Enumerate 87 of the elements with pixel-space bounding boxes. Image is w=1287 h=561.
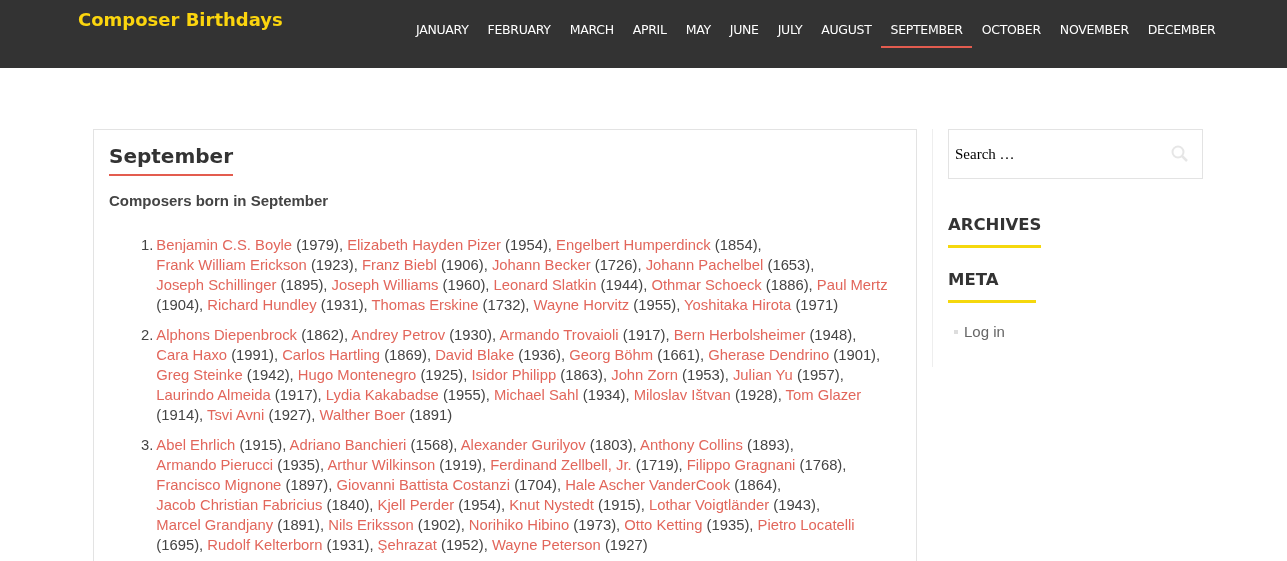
login-link[interactable]: Log in	[964, 323, 1005, 340]
composer-link[interactable]: Joseph Schillinger	[156, 277, 277, 293]
composer-link[interactable]: Tom Glazer	[785, 387, 862, 403]
bullet-icon	[954, 329, 958, 334]
composer-link[interactable]: Andrey Petrov	[351, 327, 446, 343]
search-icon[interactable]	[1171, 145, 1189, 163]
composer-link[interactable]: Francisco Mignone	[156, 477, 282, 493]
composer-link[interactable]: Miloslav Ištvan	[633, 387, 731, 403]
composer-link[interactable]: Tsvi Avni	[207, 407, 265, 423]
composer-link[interactable]: Alphons Diepenbrock	[156, 327, 297, 343]
nav-link[interactable]: OCTOBER	[972, 22, 1051, 48]
composer-link[interactable]: Armando Pierucci	[156, 457, 274, 473]
composer-link[interactable]: Armando Trovaioli	[499, 327, 619, 343]
composer-link[interactable]: Şehrazat	[377, 537, 437, 553]
composer-link[interactable]: Michael Sahl	[493, 387, 579, 403]
composer-link[interactable]: Lydia Kakabadse	[325, 387, 439, 403]
composer-link[interactable]: Thomas Erskine	[371, 297, 479, 313]
composer-link[interactable]: Knut Nystedt	[509, 497, 594, 513]
composer-list: Abel Ehrlich (1915), Adriano Banchieri (1568), Alexander Gurilyov (1803), Anthony Collins (1893), Armando Pierucci (1935), Arthur Wilkinson (1919), Ferdinand Zellbell, Jr. (1719), Filippo Gragnani (1768), Francisco Mignone (1897), Giovanni Battista Costanzi (1704), Hale Ascher VanderCook (1864), Jacob Christian Fabricius (1840), Kjell Perder (1954), Knut Nystedt (1915), Lothar Voigtländer (1943), Marcel Grandjany (1891), Nils Eriksson (1902), Norihiko Hibino (1973), Otto Ketting (1935), Pietro Locatelli (1695), Rudolf Kelterborn (1931), Şehrazat (1952), Wayne Peterson (1927)	[156, 435, 892, 555]
composer-link[interactable]: Richard Hundley	[207, 297, 317, 313]
composer-link[interactable]: Wayne Peterson	[491, 537, 601, 553]
composer-link[interactable]: John Zorn	[611, 367, 678, 383]
nav-link[interactable]: JANUARY	[406, 22, 479, 48]
composer-link[interactable]: Arthur Wilkinson	[327, 457, 436, 473]
composer-link[interactable]: Franz Biebl	[361, 257, 437, 273]
composer-link[interactable]: Joseph Williams	[331, 277, 439, 293]
composer-list: Benjamin C.S. Boyle (1979), Elizabeth Hayden Pizer (1954), Engelbert Humperdinck (1854), Frank William Erickson (1923), Franz Biebl (1906), Johann Becker (1726), Johann Pachelbel (1653), Joseph Schillinger (1895), Joseph Williams (1960), Leonard Slatkin (1944), Othmar Schoeck (1886), Paul Mertz (1904), Richard Hundley (1931), Thomas Erskine (1732), Wayne Horvitz (1955), Yoshitaka Hirota (1971)	[156, 235, 892, 315]
composer-link[interactable]: Anthony Collins	[640, 437, 743, 453]
nav-link[interactable]: JULY	[768, 22, 812, 48]
composer-link[interactable]: Engelbert Humperdinck	[556, 237, 711, 253]
composer-link[interactable]: Ferdinand Zellbell, Jr.	[490, 457, 632, 473]
list-number: 1.	[141, 236, 154, 255]
composer-link[interactable]: Rudolf Kelterborn	[207, 537, 323, 553]
list-number: 2.	[141, 326, 154, 345]
widget-title: ARCHIVES	[948, 215, 1042, 248]
composer-link[interactable]: Greg Steinke	[156, 367, 243, 383]
composer-link[interactable]: Alexander Gurilyov	[460, 437, 586, 453]
composer-link[interactable]: Othmar Schoeck	[651, 277, 762, 293]
site-title[interactable]: Composer Birthdays	[78, 9, 283, 68]
composer-link[interactable]: Adriano Banchieri	[289, 437, 407, 453]
composer-link[interactable]: Wayne Horvitz	[533, 297, 630, 313]
composer-link[interactable]: Leonard Slatkin	[493, 277, 597, 293]
composer-link[interactable]: Cara Haxo	[156, 347, 228, 363]
nav-link[interactable]: FEBRUARY	[478, 22, 561, 48]
nav-link[interactable]: JUNE	[720, 22, 769, 48]
nav-link[interactable]: MAY	[676, 22, 721, 48]
nav-link[interactable]: NOVEMBER	[1050, 22, 1139, 48]
widget-title: META	[948, 270, 1036, 303]
composer-link[interactable]: Paul Mertz	[816, 277, 888, 293]
list-number: 3.	[141, 436, 154, 455]
composer-link[interactable]: Laurindo Almeida	[156, 387, 271, 403]
nav-link[interactable]: SEPTEMBER	[881, 22, 973, 48]
composer-list: Alphons Diepenbrock (1862), Andrey Petrov (1930), Armando Trovaioli (1917), Bern Herbolsheimer (1948), Cara Haxo (1991), Carlos Hartling (1869), David Blake (1936), Georg Böhm (1661), Gherase Dendrino (1901), Greg Steinke (1942), Hugo Montenegro (1925), Isidor Philipp (1863), John Zorn (1953), Julian Yu (1957), Laurindo Almeida (1917), Lydia Kakabadse (1955), Michael Sahl (1934), Miloslav Ištvan (1928), Tom Glazer (1914), Tsvi Avni (1927), Walther Boer (1891)	[156, 325, 892, 425]
composer-link[interactable]: Giovanni Battista Costanzi	[336, 477, 510, 493]
composer-link[interactable]: Hugo Montenegro	[297, 367, 417, 383]
composer-link[interactable]: Marcel Grandjany	[156, 517, 274, 533]
composer-link[interactable]: Walther Boer	[319, 407, 406, 423]
composer-link[interactable]: Benjamin C.S. Boyle	[156, 237, 293, 253]
nav-link[interactable]: MARCH	[560, 22, 624, 48]
composer-link[interactable]: Jacob Christian Fabricius	[156, 497, 323, 513]
composer-link[interactable]: David Blake	[435, 347, 515, 363]
composer-link[interactable]: Gherase Dendrino	[708, 347, 830, 363]
composer-link[interactable]: Julian Yu	[732, 367, 793, 383]
article-title: September	[109, 144, 233, 176]
composer-link[interactable]: Pietro Locatelli	[757, 517, 855, 533]
composer-link[interactable]: Lothar Voigtländer	[649, 497, 770, 513]
article-subtitle: Composers born in September	[109, 192, 330, 209]
composer-link[interactable]: Otto Ketting	[624, 517, 703, 533]
composer-link[interactable]: Yoshitaka Hirota	[684, 297, 792, 313]
composer-link[interactable]: Filippo Gragnani	[686, 457, 796, 473]
composer-link[interactable]: Carlos Hartling	[282, 347, 381, 363]
composer-link[interactable]: Johann Pachelbel	[645, 257, 764, 273]
composer-link[interactable]: Norihiko Hibino	[468, 517, 570, 533]
nav-link[interactable]: AUGUST	[811, 22, 882, 48]
composer-link[interactable]: Frank William Erickson	[156, 257, 307, 273]
composer-link[interactable]: Kjell Perder	[377, 497, 455, 513]
composer-link[interactable]: Johann Becker	[491, 257, 591, 273]
composer-link[interactable]: Hale Ascher VanderCook	[565, 477, 731, 493]
composer-link[interactable]: Georg Böhm	[569, 347, 654, 363]
composer-link[interactable]: Nils Eriksson	[328, 517, 414, 533]
composer-link[interactable]: Elizabeth Hayden Pizer	[347, 237, 501, 253]
composer-link[interactable]: Abel Ehrlich	[156, 437, 236, 453]
composer-link[interactable]: Isidor Philipp	[471, 367, 557, 383]
search-field[interactable]: Search …	[948, 129, 1203, 179]
nav-link[interactable]: APRIL	[623, 22, 677, 48]
composer-link[interactable]: Bern Herbolsheimer	[673, 327, 806, 343]
nav-link[interactable]: DECEMBER	[1138, 22, 1225, 48]
